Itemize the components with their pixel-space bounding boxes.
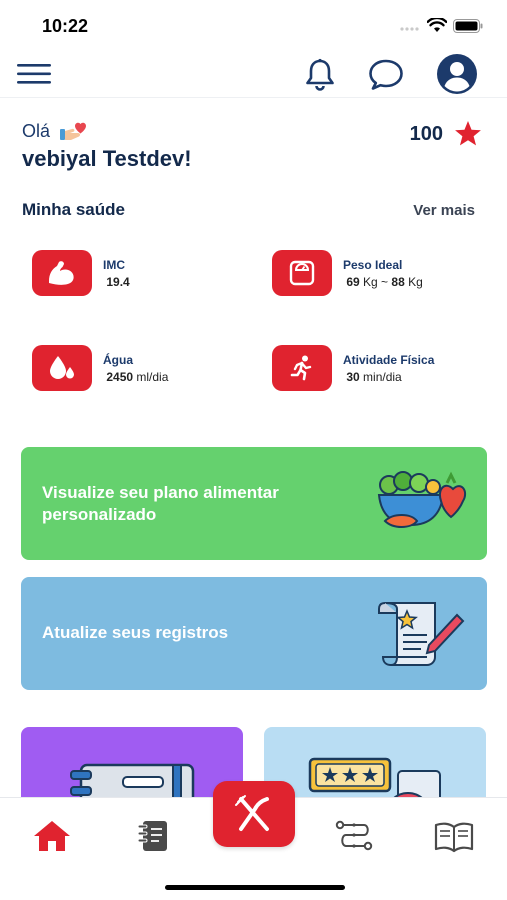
points-value: 100 [409, 122, 443, 145]
home-icon [34, 821, 70, 851]
points-indicator[interactable]: 100 [410, 120, 483, 148]
signal-icon [400, 26, 419, 31]
meal-plan-banner-text: Visualize seu plano alimentar personaliz… [42, 482, 279, 526]
metric-physical-activity-value: 30 min/dia [346, 369, 402, 384]
tab-library[interactable] [432, 816, 476, 856]
metric-imc-value: 19.4 [106, 274, 130, 289]
meal-plan-banner-line1: Visualize seu plano alimentar [42, 483, 279, 502]
status-time: 10:22 [42, 16, 89, 36]
tab-notebook[interactable] [131, 816, 175, 856]
status-bar: 10:22 [0, 0, 507, 50]
hamburger-menu-icon [17, 64, 51, 84]
heart-hand-icon [60, 122, 87, 140]
muscle-arm-icon [49, 261, 74, 285]
meal-plan-banner[interactable]: Visualize seu plano alimentar personaliz… [21, 447, 487, 560]
update-records-banner-text: Atualize seus registros [42, 623, 229, 642]
tab-journey[interactable] [332, 816, 376, 856]
metric-ideal-weight-value: 69 Kg ~ 88 Kg [346, 274, 423, 289]
meal-plan-fab[interactable] [213, 781, 295, 847]
notebook-icon [137, 821, 167, 851]
metric-imc-label: IMC [103, 257, 125, 272]
star-icon [455, 120, 481, 146]
chat-bubble-icon [369, 59, 403, 90]
water-drop-icon [50, 356, 74, 379]
path-icon [335, 820, 373, 851]
home-indicator [165, 885, 345, 890]
bell-icon [306, 58, 334, 91]
certificate-illustration-icon [378, 602, 465, 666]
health-section-title: Minha saúde [22, 200, 125, 219]
messages-button[interactable] [366, 56, 406, 92]
avatar-icon [437, 54, 477, 94]
metric-imc-badge [32, 250, 92, 296]
metric-physical-activity-label: Atividade Física [343, 352, 435, 367]
metric-ideal-weight[interactable]: Peso Ideal 69 Kg ~ 88 Kg [272, 250, 423, 296]
ratings-card[interactable] [264, 727, 486, 807]
meal-plan-banner-line2: personalizado [42, 505, 157, 524]
scale-icon [289, 260, 315, 286]
metric-ideal-weight-badge [272, 250, 332, 296]
menu-button[interactable] [14, 56, 54, 92]
health-section-header: Minha saúde Ver mais [22, 200, 475, 220]
running-person-icon [290, 355, 312, 381]
wifi-icon [427, 18, 447, 32]
metric-imc[interactable]: IMC 19.4 [32, 250, 130, 296]
metric-ideal-weight-label: Peso Ideal [343, 257, 403, 272]
metric-water-label: Água [103, 352, 133, 367]
update-records-banner[interactable]: Atualize seus registros [21, 577, 487, 690]
tab-home[interactable] [30, 816, 74, 856]
greeting-username: vebiyal Testdev! [22, 146, 192, 171]
greeting-hello-text: Olá [22, 120, 51, 141]
diary-card[interactable] [21, 727, 243, 807]
battery-icon [453, 18, 483, 33]
see-more-link[interactable]: Ver mais [413, 202, 475, 219]
metric-water-value: 2450 ml/dia [106, 369, 169, 384]
metric-water[interactable]: Água 2450 ml/dia [32, 345, 168, 391]
notifications-button[interactable] [300, 56, 340, 92]
salad-illustration-icon [377, 471, 467, 528]
profile-button[interactable] [434, 54, 480, 94]
metric-water-badge [32, 345, 92, 391]
metric-physical-activity[interactable]: Atividade Física 30 min/dia [272, 345, 434, 391]
book-icon [434, 822, 474, 853]
greeting-section: Olá vebiyal Testdev! 100 [22, 120, 485, 172]
fork-knife-icon [235, 795, 269, 831]
metric-physical-activity-badge [272, 345, 332, 391]
status-icons [399, 18, 483, 33]
top-navigation [0, 50, 507, 98]
